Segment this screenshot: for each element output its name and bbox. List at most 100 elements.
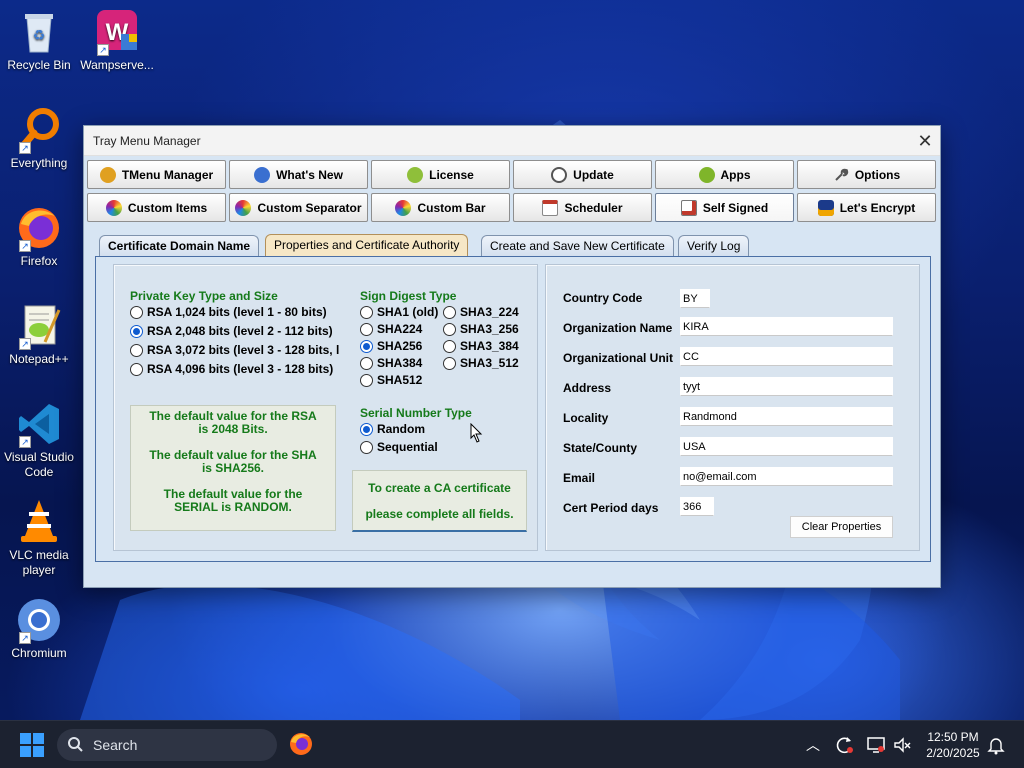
window-titlebar[interactable]: Tray Menu Manager ✕ <box>84 126 940 156</box>
radio-sha3-512[interactable]: SHA3_512 <box>443 356 519 370</box>
radio-label: RSA 2,048 bits (level 2 - 112 bits) <box>147 324 333 338</box>
desktop-icon-notepadpp[interactable]: ↗ Notepad++ <box>0 302 78 367</box>
tab-label: TMenu Manager <box>121 167 214 182</box>
radio-button[interactable] <box>443 339 456 353</box>
vlc-icon <box>15 498 63 546</box>
country-code-input[interactable]: BY <box>680 289 710 308</box>
tab-license[interactable]: License <box>371 160 510 189</box>
subtab-create-save-certificate[interactable]: Create and Save New Certificate <box>481 235 674 256</box>
tab-whats-new[interactable]: What's New <box>229 160 368 189</box>
notification-bell-icon[interactable] <box>986 735 1006 755</box>
system-clock[interactable]: 12:50 PM 2/20/2025 <box>918 729 988 761</box>
tab-self-signed[interactable]: Self Signed <box>655 193 794 222</box>
radio-button-selected[interactable] <box>360 422 373 436</box>
desktop-icon-recycle-bin[interactable]: ♻ Recycle Bin <box>0 8 78 73</box>
tab-scheduler[interactable]: Scheduler <box>513 193 652 222</box>
shortcut-arrow-icon: ↗ <box>97 44 109 56</box>
radio-button[interactable] <box>443 305 456 319</box>
close-button[interactable]: ✕ <box>910 126 940 156</box>
shortcut-arrow-icon: ↗ <box>19 240 31 252</box>
note-serial-default: The default value for the SERIAL is RAND… <box>163 487 303 514</box>
radio-button[interactable] <box>130 362 143 376</box>
display-icon[interactable] <box>866 735 886 755</box>
radio-button-selected[interactable] <box>360 339 373 353</box>
tab-apps[interactable]: Apps <box>655 160 794 189</box>
start-button[interactable] <box>20 733 44 757</box>
tab-label: Self Signed <box>702 200 769 215</box>
desktop-icon-label: Recycle Bin <box>7 58 71 72</box>
radio-button[interactable] <box>360 356 373 370</box>
address-input[interactable]: tyyt <box>680 377 893 396</box>
radio-label: Random <box>377 422 425 436</box>
wampserver-icon: W ↗ <box>93 8 141 56</box>
radio-rsa-1024[interactable]: RSA 1,024 bits (level 1 - 80 bits) <box>130 305 327 319</box>
radio-sha1[interactable]: SHA1 (old) <box>360 305 438 319</box>
radio-label: RSA 3,072 bits (level 3 - 128 bits, l <box>147 343 340 357</box>
desktop-icon-firefox[interactable]: ↗ Firefox <box>0 204 78 269</box>
volume-mute-icon[interactable] <box>892 735 912 755</box>
country-code-label: Country Code <box>563 291 643 305</box>
radio-sha224[interactable]: SHA224 <box>360 322 422 336</box>
desktop-icon-label: VLC media player <box>9 548 69 577</box>
desktop-icon-everything[interactable]: ↗ Everything <box>0 106 78 171</box>
tab-tmenu-manager[interactable]: TMenu Manager <box>87 160 226 189</box>
desktop-icon-wampserver[interactable]: W ↗ Wampserve... <box>78 8 156 73</box>
radio-button-selected[interactable] <box>130 324 143 338</box>
taskbar-firefox-button[interactable] <box>288 731 314 757</box>
radio-button[interactable] <box>130 305 143 319</box>
radio-rsa-3072[interactable]: RSA 3,072 bits (level 3 - 128 bits, l <box>130 343 339 357</box>
clear-properties-button[interactable]: Clear Properties <box>790 516 893 538</box>
wrench-icon <box>833 167 849 183</box>
tab-update[interactable]: Update <box>513 160 652 189</box>
desktop-icon-chromium[interactable]: ↗ Chromium <box>0 596 78 661</box>
radio-sha256[interactable]: SHA256 <box>360 339 422 353</box>
license-icon <box>407 166 424 183</box>
radio-rsa-4096[interactable]: RSA 4,096 bits (level 3 - 128 bits) <box>130 362 333 376</box>
radio-button[interactable] <box>130 343 143 357</box>
tab-custom-bar[interactable]: Custom Bar <box>371 193 510 222</box>
radio-sha3-384[interactable]: SHA3_384 <box>443 339 519 353</box>
svg-text:♻: ♻ <box>33 27 46 43</box>
tab-label: Update <box>573 167 614 182</box>
desktop-icon-vlc[interactable]: VLC media player <box>0 498 78 578</box>
chevron-up-icon[interactable]: ︿ <box>803 735 823 755</box>
ca-certificate-note: To create a CA certificate please comple… <box>352 470 527 532</box>
tab-custom-separator[interactable]: Custom Separator <box>229 193 368 222</box>
radio-button[interactable] <box>443 322 456 336</box>
subtab-properties-ca[interactable]: Properties and Certificate Authority <box>265 234 469 256</box>
chromium-icon: ↗ <box>15 596 63 644</box>
subtab-certificate-domain-name[interactable]: Certificate Domain Name <box>99 235 260 256</box>
radio-button[interactable] <box>360 440 373 454</box>
radio-label: SHA512 <box>377 373 423 387</box>
radio-serial-random[interactable]: Random <box>360 422 425 436</box>
mouse-cursor-icon <box>470 422 484 443</box>
taskbar-search[interactable]: Search <box>57 729 277 761</box>
organizational-unit-input[interactable]: CC <box>680 347 893 366</box>
cert-period-input[interactable]: 366 <box>680 497 714 516</box>
tab-lets-encrypt[interactable]: Let's Encrypt <box>797 193 936 222</box>
email-input[interactable]: no@email.com <box>680 467 893 486</box>
desktop-icon-label: Everything <box>10 156 68 170</box>
radio-rsa-2048[interactable]: RSA 2,048 bits (level 2 - 112 bits) <box>130 324 333 338</box>
radio-label: SHA224 <box>377 322 423 336</box>
locality-input[interactable]: Randmond <box>680 407 893 426</box>
radio-sha3-256[interactable]: SHA3_256 <box>443 322 519 336</box>
subtab-verify-log[interactable]: Verify Log <box>678 235 750 256</box>
radio-sha3-224[interactable]: SHA3_224 <box>443 305 519 319</box>
calendar-icon <box>542 199 559 216</box>
radio-sha512[interactable]: SHA512 <box>360 373 422 387</box>
radio-serial-sequential[interactable]: Sequential <box>360 440 438 454</box>
clock-date: 2/20/2025 <box>926 746 980 760</box>
radio-button[interactable] <box>443 356 456 370</box>
radio-sha384[interactable]: SHA384 <box>360 356 422 370</box>
tab-options[interactable]: Options <box>797 160 936 189</box>
radio-button[interactable] <box>360 322 373 336</box>
desktop-icon-vscode[interactable]: ↗ Visual Studio Code <box>0 400 78 480</box>
organization-name-input[interactable]: KIRA <box>680 317 893 336</box>
tab-custom-items[interactable]: Custom Items <box>87 193 226 222</box>
sync-icon[interactable] <box>835 735 855 755</box>
radio-label: SHA1 (old) <box>377 305 439 319</box>
radio-button[interactable] <box>360 305 373 319</box>
state-county-input[interactable]: USA <box>680 437 893 456</box>
radio-button[interactable] <box>360 373 373 387</box>
